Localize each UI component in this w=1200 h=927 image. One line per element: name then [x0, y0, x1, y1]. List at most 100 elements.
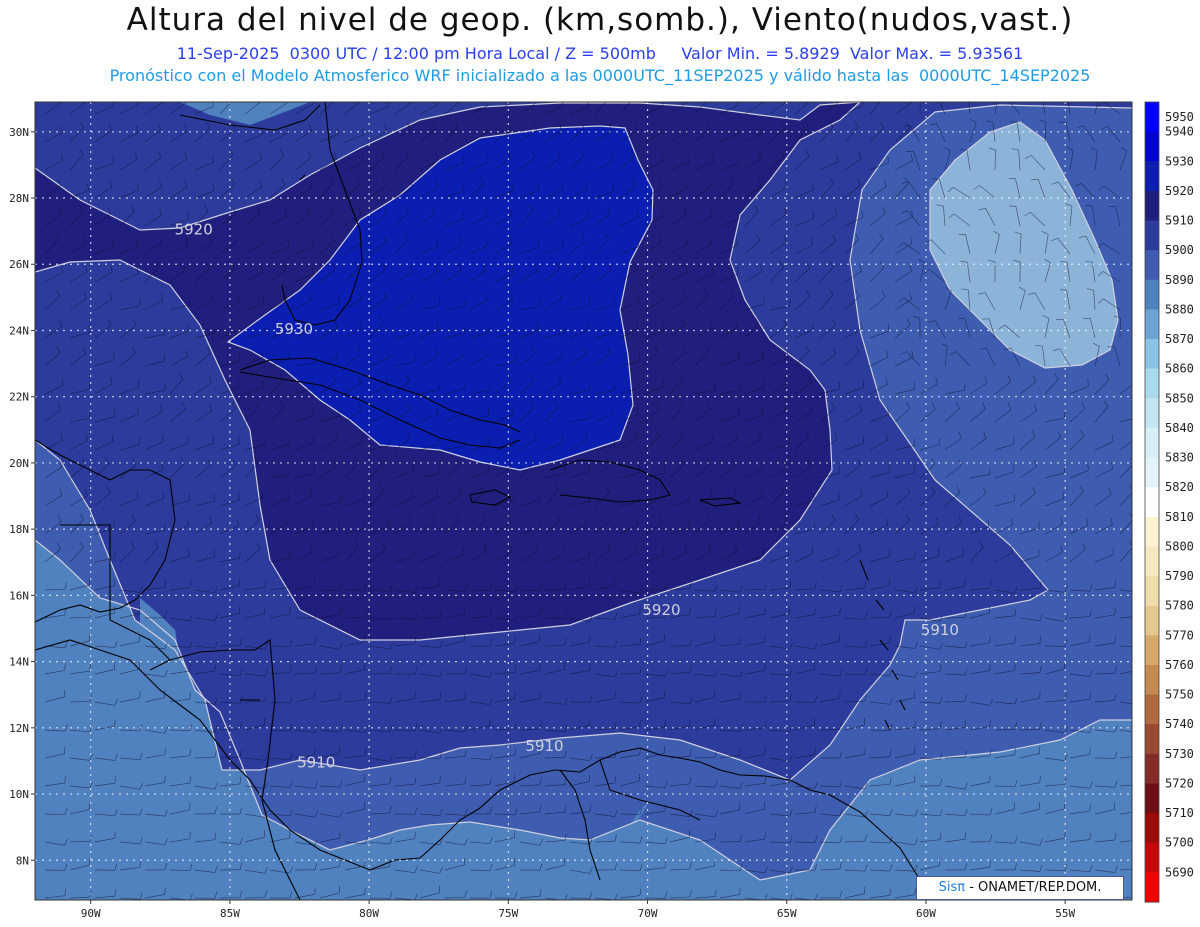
wind-barb-flag [605, 93, 609, 99]
latitude-label: 12N [9, 722, 29, 735]
colorbar-swatch [1145, 783, 1159, 814]
wind-barb-flag [510, 102, 512, 103]
colorbar-swatch [1145, 576, 1159, 607]
colorbar-swatch [1145, 546, 1159, 577]
wind-barb-flag [457, 95, 460, 101]
colorbar-swatch [1145, 842, 1159, 873]
colorbar-label: 5880 [1165, 302, 1194, 316]
colorbar: 5940 5930 5920 5910 5900 5890 5880 5870 5860 5850… [1144, 101, 1194, 903]
latitude-label: 22N [9, 391, 29, 404]
wind-barb-flag [807, 95, 810, 101]
wind-barb-flag [914, 92, 921, 94]
colorbar-label: 5950 [1165, 110, 1194, 124]
colorbar-swatch [1145, 339, 1159, 370]
colorbar-swatch [1145, 605, 1159, 636]
colorbar-swatch [1145, 190, 1159, 222]
wind-barb-flag [1035, 93, 1042, 94]
colorbar-swatch [1145, 516, 1159, 547]
colorbar-swatch [1145, 724, 1159, 755]
wind-barb-flag [258, 95, 261, 101]
colorbar-label: 5700 [1165, 836, 1194, 850]
wind-barb-flag [961, 93, 968, 94]
longitude-label: 85W [220, 907, 240, 920]
colorbar-swatch [1145, 250, 1159, 281]
credit-brand: Sisπ [938, 880, 966, 895]
colorbar-swatch [1145, 279, 1159, 310]
wind-barb-flag [991, 91, 997, 94]
latitude-label: 30N [9, 126, 29, 139]
wind-barb-flag [1140, 609, 1141, 616]
credit-text: - ONAMET/REP.DOM. [965, 880, 1102, 895]
latitude-label: 28N [9, 192, 29, 205]
contour-label: 5910 [921, 621, 959, 639]
colorbar-label: 5780 [1165, 599, 1194, 613]
colorbar-label: 5790 [1165, 569, 1194, 583]
latitude-label: 14N [9, 656, 29, 669]
colorbar-swatch [1145, 457, 1159, 488]
wind-barb-flag [930, 96, 937, 97]
colorbar-label: 5900 [1165, 243, 1194, 257]
latitude-label: 26N [9, 258, 29, 271]
geopotential-map: 30N 28N 26N 24N 22N 20N 18N 16N 14N 12N 10N 8N 90W 8… [9, 91, 1194, 920]
wind-barb-flag [1060, 93, 1067, 94]
colorbar-swatch [1145, 664, 1159, 696]
colorbar-swatch [1145, 102, 1159, 133]
colorbar-label: 5810 [1165, 510, 1194, 524]
colorbar-label: 5720 [1165, 776, 1194, 790]
wind-barb-flag [1140, 890, 1141, 897]
latitude-label: 20N [9, 457, 29, 470]
colorbar-swatch [1145, 753, 1159, 784]
colorbar-swatch [1145, 161, 1159, 192]
wind-barb-flag [1133, 376, 1136, 383]
wind-barb-flag [1140, 749, 1141, 756]
wind-barb-flag [85, 102, 87, 103]
contour-label: 5920 [175, 220, 213, 238]
wind-barb-flag [629, 93, 633, 99]
wind-barb-flag [1140, 833, 1141, 840]
longitude-label: 60W [916, 907, 936, 920]
wind-barb-flag [1140, 804, 1141, 811]
colorbar-label: 5690 [1165, 865, 1194, 879]
colorbar-label: 5740 [1165, 717, 1194, 731]
credit-box: Sisπ - ONAMET/REP.DOM. [916, 876, 1124, 900]
colorbar-swatch [1145, 694, 1159, 725]
wind-barb-flag [879, 93, 883, 99]
colorbar-swatch [1145, 309, 1159, 340]
contour-label: 5930 [275, 320, 313, 338]
wind-barb-flag [185, 102, 187, 103]
wind-barb-flag [1134, 432, 1137, 439]
contour-label: 5910 [297, 754, 335, 772]
wind-barb-flag [1140, 641, 1142, 648]
wind-barb-flag [704, 93, 708, 99]
colorbar-swatch [1145, 872, 1159, 903]
longitude-label: 55W [1055, 907, 1075, 920]
colorbar-label: 5760 [1165, 658, 1194, 672]
longitude-label: 70W [638, 907, 658, 920]
wind-barb-flag [1140, 586, 1143, 592]
latitude-label: 10N [9, 788, 29, 801]
wind-barb-flag [1140, 862, 1142, 869]
longitude-label: 75W [498, 907, 518, 920]
colorbar-label: 5870 [1165, 332, 1194, 346]
latitude-label: 18N [9, 523, 29, 536]
colorbar-label: 5940 [1165, 125, 1194, 139]
colorbar-label: 5830 [1165, 451, 1194, 465]
colorbar-label: 5820 [1165, 480, 1194, 494]
colorbar-swatch [1145, 368, 1159, 399]
colorbar-swatch [1145, 220, 1159, 251]
wind-barb-flag [1094, 91, 1100, 94]
colorbar-label: 5910 [1165, 214, 1194, 228]
colorbar-label: 5710 [1165, 806, 1194, 820]
wind-barb-flag [785, 102, 787, 103]
colorbar-label: 5730 [1165, 747, 1194, 761]
colorbar-swatch [1145, 131, 1159, 162]
latitude-label: 8N [16, 854, 29, 867]
latitude-labels: 30N 28N 26N 24N 22N 20N 18N 16N 14N 12N 10N 8N [9, 126, 35, 867]
colorbar-swatch [1145, 635, 1159, 666]
contour-label: 5920 [642, 601, 680, 619]
longitude-label: 80W [359, 907, 379, 920]
colorbar-label: 5840 [1165, 421, 1194, 435]
latitude-label: 16N [9, 589, 29, 602]
longitude-label: 90W [81, 907, 101, 920]
longitude-labels: 90W 85W 80W 75W 70W 65W 60W 55W [81, 900, 1075, 920]
